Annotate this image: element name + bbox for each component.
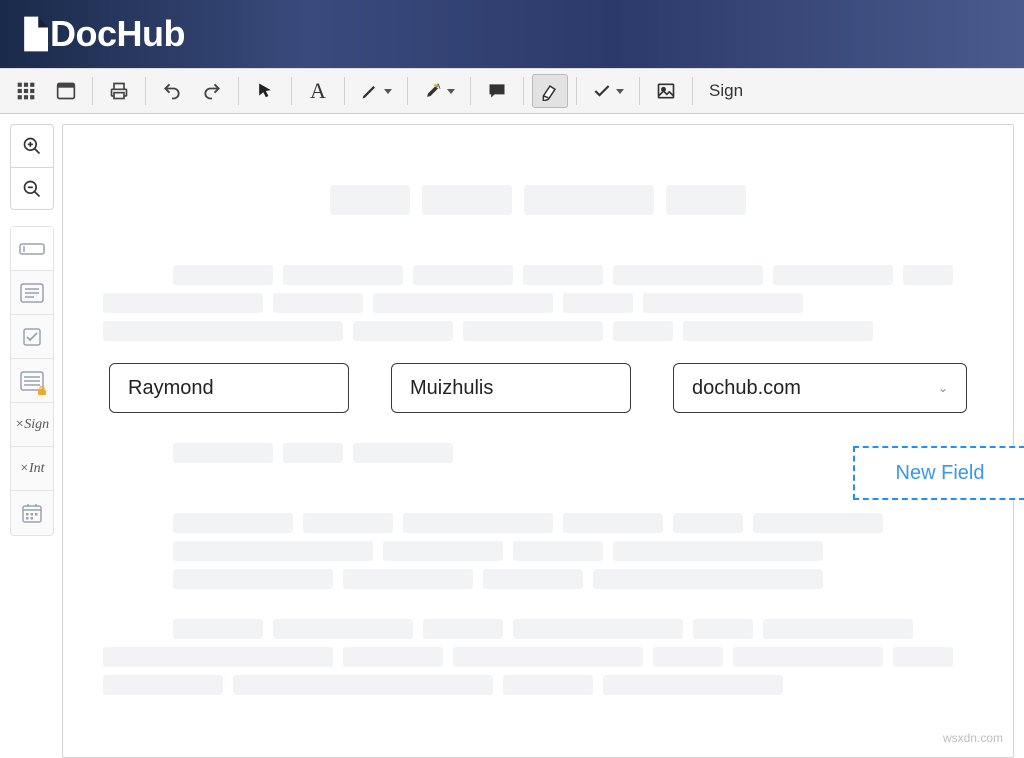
undo-button[interactable]: [154, 74, 190, 108]
checkbox-field-tool[interactable]: [11, 315, 53, 359]
initials-field-tool[interactable]: ×Int: [11, 447, 53, 491]
watermark: wsxdn.com: [943, 731, 1003, 745]
separator: [291, 77, 292, 105]
dropdown-field-tool[interactable]: [11, 359, 53, 403]
stamp-tool-button[interactable]: [585, 74, 631, 108]
print-button[interactable]: [101, 74, 137, 108]
zoom-out-button[interactable]: [11, 167, 53, 209]
zoom-controls: [10, 124, 54, 210]
first-name-field[interactable]: Raymond: [109, 363, 349, 413]
document-page: Raymond Muizhulis dochub.com ⌄ wsxdn.com: [62, 124, 1014, 758]
paragraph-field-tool[interactable]: [11, 271, 53, 315]
app-header: DocHub: [0, 0, 1024, 68]
text-tool-button[interactable]: A: [300, 74, 336, 108]
paragraph-placeholder: [103, 513, 973, 589]
separator: [145, 77, 146, 105]
chevron-down-icon: [384, 89, 392, 94]
zoom-in-button[interactable]: [11, 125, 53, 167]
page-view-button[interactable]: [48, 74, 84, 108]
comment-tool-button[interactable]: [479, 74, 515, 108]
svg-text:A: A: [436, 82, 442, 91]
separator: [692, 77, 693, 105]
last-name-value: Muizhulis: [410, 377, 493, 400]
lock-icon: [37, 386, 47, 396]
last-name-field[interactable]: Muizhulis: [391, 363, 631, 413]
chevron-down-icon: ⌄: [938, 381, 948, 395]
workspace: ×Sign ×Int Raymond Muizh: [0, 114, 1024, 758]
date-field-tool[interactable]: [11, 491, 53, 535]
separator: [470, 77, 471, 105]
separator: [407, 77, 408, 105]
separator: [238, 77, 239, 105]
form-fields-row: Raymond Muizhulis dochub.com ⌄: [103, 363, 973, 413]
title-placeholder: [103, 185, 973, 215]
new-field-button[interactable]: New Field: [853, 446, 1024, 500]
field-tools: ×Sign ×Int: [10, 226, 54, 536]
image-tool-button[interactable]: [648, 74, 684, 108]
select-tool-button[interactable]: [247, 74, 283, 108]
separator: [92, 77, 93, 105]
highlight-tool-button[interactable]: A: [416, 74, 462, 108]
domain-value: dochub.com: [692, 377, 801, 400]
text-field-tool[interactable]: [11, 227, 53, 271]
left-sidebar: ×Sign ×Int: [0, 114, 62, 758]
signature-field-tool[interactable]: ×Sign: [11, 403, 53, 447]
separator: [576, 77, 577, 105]
app-logo: DocHub: [22, 13, 185, 55]
chevron-down-icon: [447, 89, 455, 94]
first-name-value: Raymond: [128, 377, 214, 400]
domain-select[interactable]: dochub.com ⌄: [673, 363, 967, 413]
grid-menu-button[interactable]: [8, 74, 44, 108]
logo-mark-icon: [22, 16, 48, 52]
draw-tool-button[interactable]: [353, 74, 399, 108]
separator: [639, 77, 640, 105]
redo-button[interactable]: [194, 74, 230, 108]
paragraph-placeholder: [103, 619, 973, 695]
main-toolbar: A A Sign: [0, 68, 1024, 114]
new-field-label: New Field: [896, 462, 985, 485]
chevron-down-icon: [616, 89, 624, 94]
sign-button[interactable]: Sign: [699, 81, 753, 101]
paragraph-placeholder: [103, 265, 973, 341]
separator: [344, 77, 345, 105]
app-name: DocHub: [50, 13, 185, 55]
whiteout-tool-button[interactable]: [532, 74, 568, 108]
separator: [523, 77, 524, 105]
